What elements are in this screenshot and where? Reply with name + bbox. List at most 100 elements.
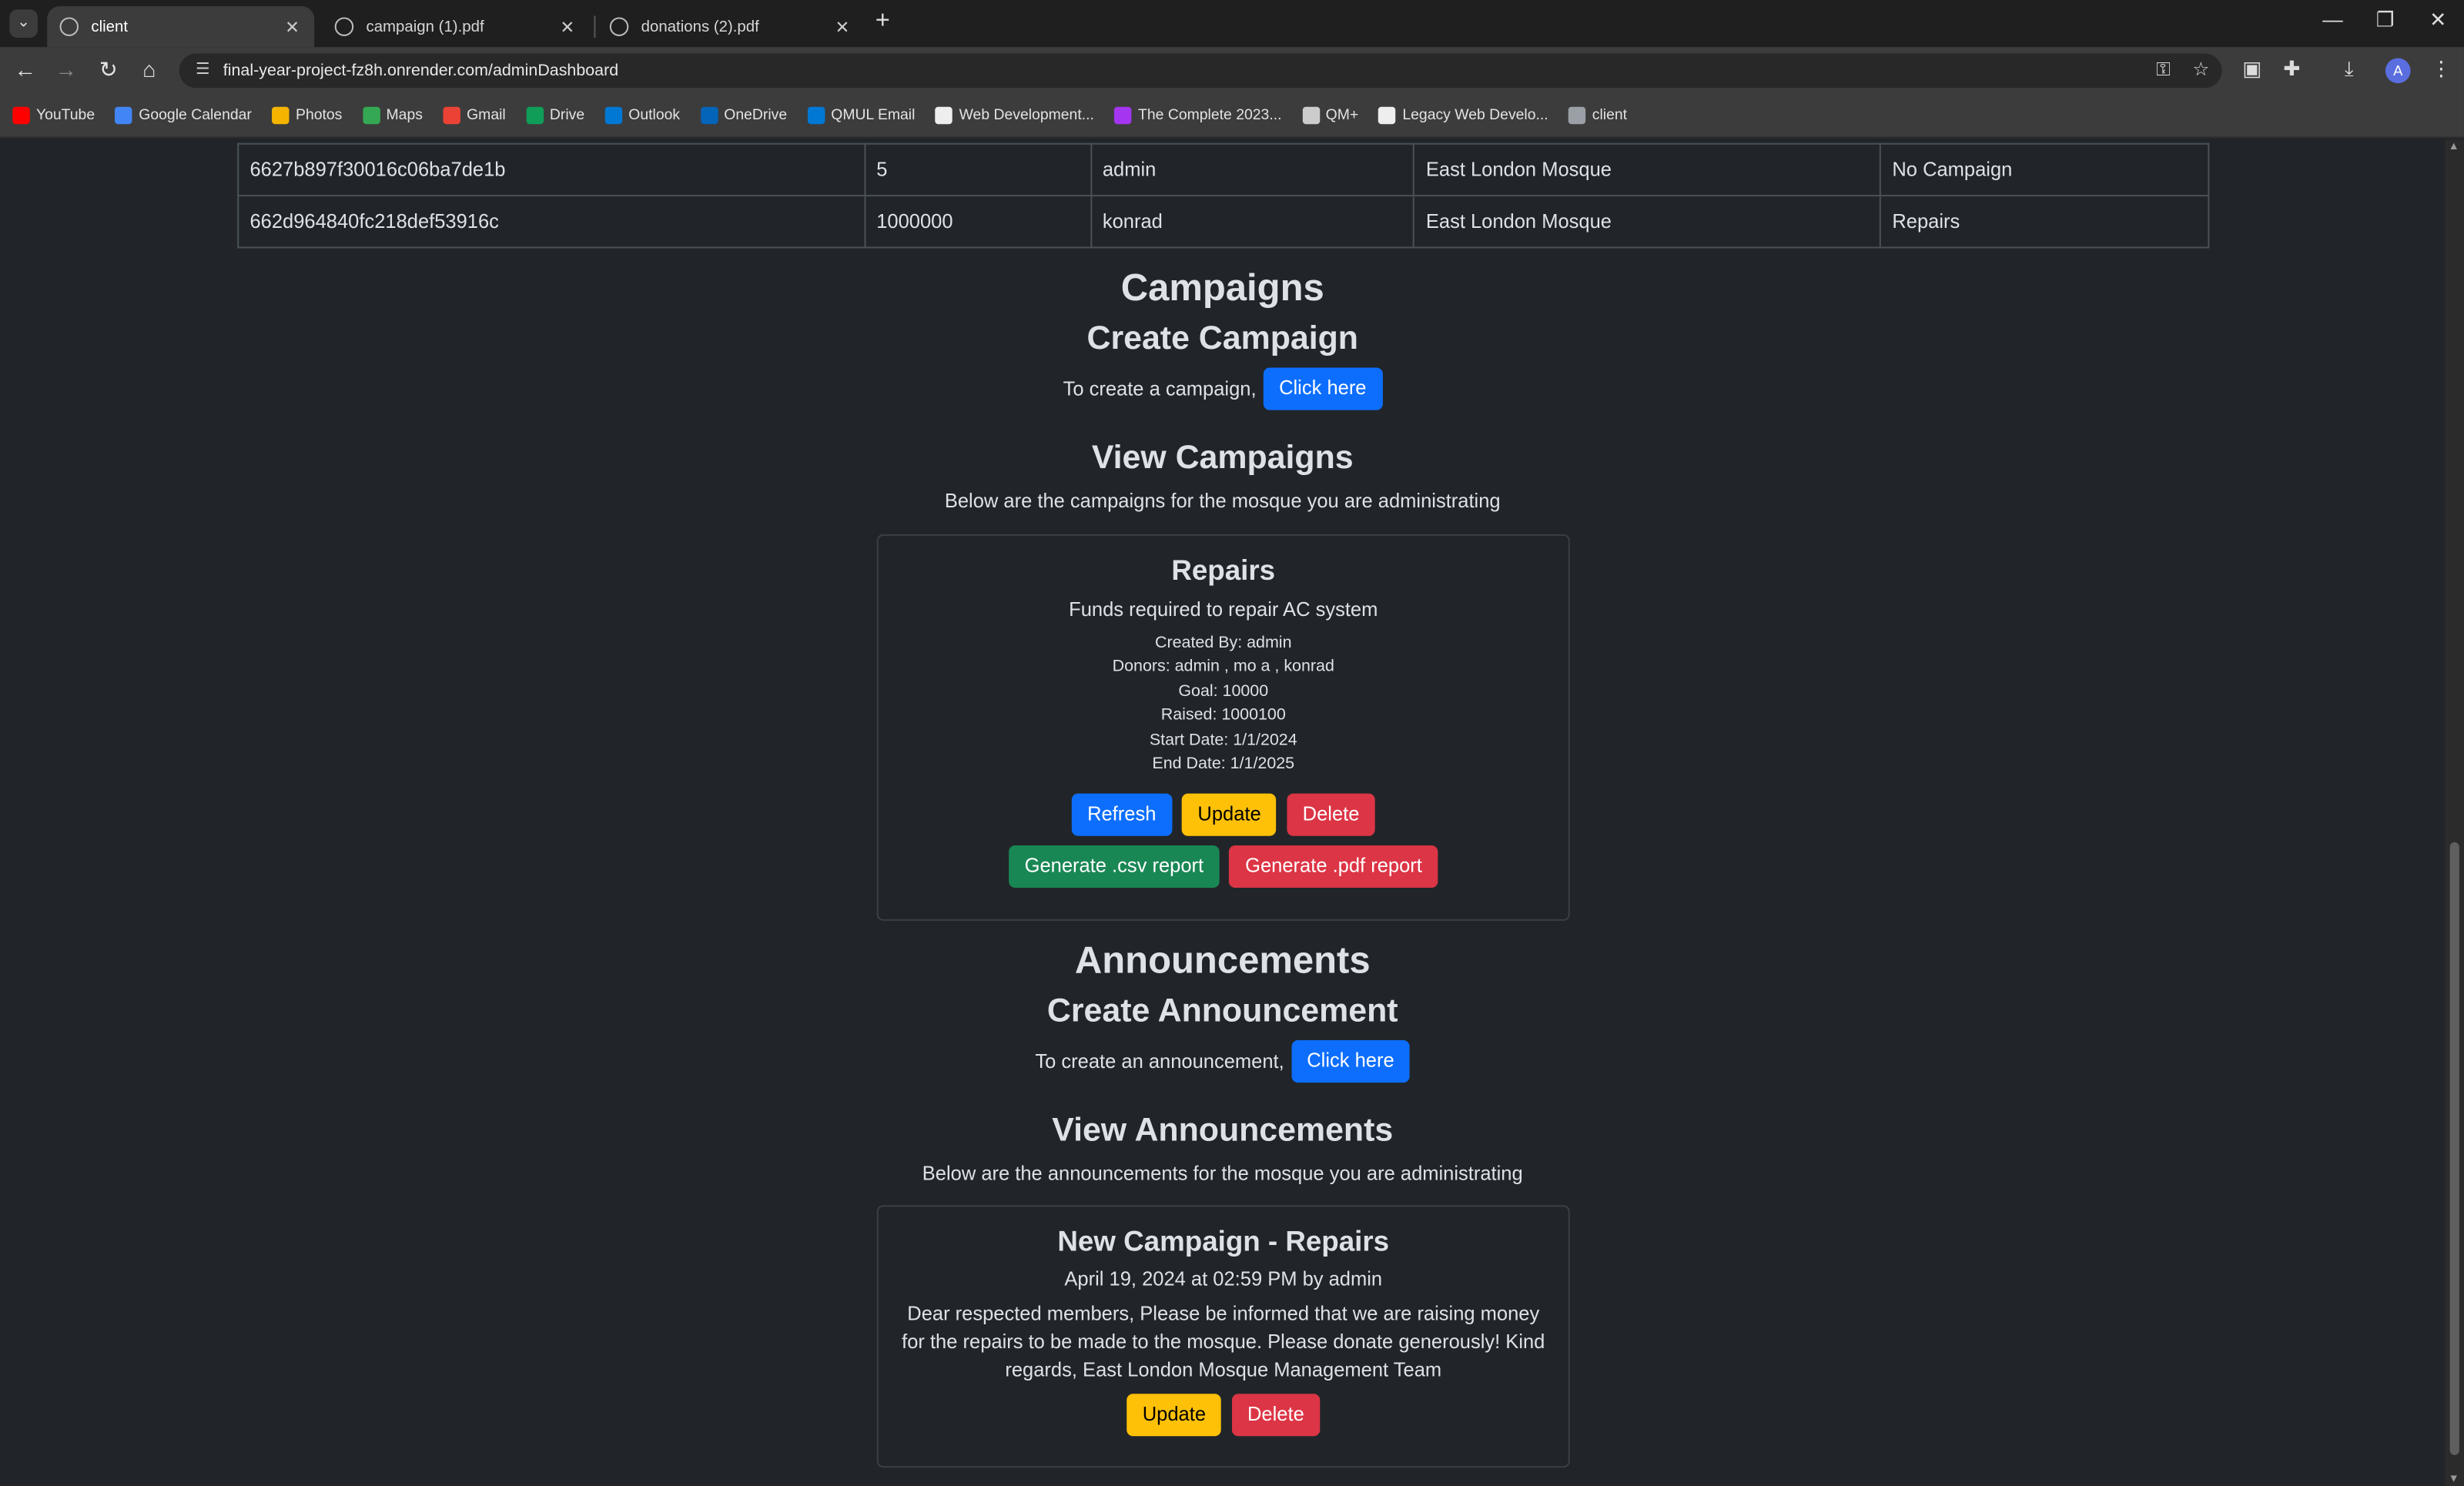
delete-announcement-button[interactable]: Delete bbox=[1231, 1394, 1321, 1437]
bookmark-item[interactable]: The Complete 2023... bbox=[1114, 106, 1281, 125]
create-announcement-button[interactable]: Click here bbox=[1291, 1040, 1411, 1083]
bookmark-item[interactable]: QMUL Email bbox=[807, 106, 916, 125]
bookmark-item[interactable]: Google Calendar bbox=[115, 106, 252, 125]
bookmark-item[interactable]: Maps bbox=[362, 106, 423, 125]
site-info-icon[interactable]: ☰ bbox=[192, 60, 214, 82]
bookmark-item[interactable]: Drive bbox=[526, 106, 584, 125]
table-cell: 1000000 bbox=[863, 195, 1092, 249]
campaign-raised: Raised: 1000100 bbox=[1160, 705, 1286, 725]
campaign-description: Funds required to repair AC system bbox=[1069, 598, 1378, 621]
bookmark-favicon-icon bbox=[115, 106, 133, 125]
bookmark-favicon-icon bbox=[1302, 106, 1320, 125]
table-cell: East London Mosque bbox=[1413, 142, 1882, 197]
create-announcement-row: To create an announcement, Click here bbox=[0, 1040, 2445, 1083]
scrollbar-thumb[interactable] bbox=[2449, 842, 2459, 1455]
home-icon[interactable]: ⌂ bbox=[136, 56, 164, 82]
scroll-down-arrow-icon[interactable]: ▼ bbox=[2449, 1474, 2459, 1484]
profile-avatar[interactable]: A bbox=[2385, 58, 2411, 84]
announcement-card: New Campaign - Repairs April 19, 2024 at… bbox=[876, 1205, 1570, 1468]
tab-campaign-pdf[interactable]: campaign (1).pdf ✕ bbox=[322, 6, 589, 47]
reload-icon[interactable]: ↻ bbox=[94, 56, 122, 83]
bookmark-item[interactable]: OneDrive bbox=[700, 106, 788, 125]
bookmark-favicon-icon bbox=[604, 106, 623, 125]
announcement-body: Dear respected members, Please be inform… bbox=[902, 1302, 1545, 1381]
back-icon[interactable]: ← bbox=[11, 56, 39, 82]
globe-icon bbox=[609, 17, 629, 36]
bookmark-favicon-icon bbox=[1114, 106, 1132, 125]
delete-campaign-button[interactable]: Delete bbox=[1287, 794, 1375, 837]
bookmark-item[interactable]: YouTube bbox=[12, 106, 95, 125]
globe-icon bbox=[59, 17, 79, 36]
bookmark-item[interactable]: client bbox=[1568, 106, 1628, 125]
campaign-created-by: Created By: admin bbox=[1155, 633, 1292, 652]
minimize-icon[interactable]: — bbox=[2322, 8, 2343, 32]
bookmark-favicon-icon bbox=[443, 106, 460, 125]
scroll-up-arrow-icon[interactable]: ▲ bbox=[2449, 142, 2459, 152]
update-campaign-button[interactable]: Update bbox=[1182, 794, 1277, 837]
bookmark-label: Google Calendar bbox=[139, 106, 252, 125]
url-text: final-year-project-fz8h.onrender.com/adm… bbox=[223, 61, 619, 81]
browser-toolbar: ← → ↻ ⌂ ☰ final-year-project-fz8h.onrend… bbox=[0, 47, 2464, 95]
bookmark-item[interactable]: Gmail bbox=[443, 106, 506, 125]
view-announcements-text: Below are the announcements for the mosq… bbox=[922, 1163, 1523, 1185]
extension-icon[interactable]: ▣ bbox=[2242, 56, 2261, 82]
bookmark-favicon-icon bbox=[1568, 106, 1586, 125]
tab-strip: ⌄ client ✕ campaign (1).pdf ✕ donations … bbox=[0, 0, 2464, 48]
view-announcements-heading: View Announcements bbox=[1052, 1112, 1394, 1149]
forward-icon[interactable]: → bbox=[52, 56, 80, 82]
create-campaign-text: To create a campaign, bbox=[1063, 378, 1257, 400]
address-bar[interactable]: ☰ final-year-project-fz8h.onrender.com/a… bbox=[179, 53, 2222, 89]
create-announcement-heading: Create Announcement bbox=[1046, 992, 1398, 1029]
close-tab-icon[interactable]: ✕ bbox=[557, 16, 576, 36]
close-window-icon[interactable]: ✕ bbox=[2429, 8, 2446, 33]
campaign-start-date: Start Date: 1/1/2024 bbox=[1149, 730, 1297, 749]
create-campaign-heading: Create Campaign bbox=[1086, 320, 1358, 357]
campaigns-heading: Campaigns bbox=[1120, 266, 1324, 310]
bookmark-label: OneDrive bbox=[724, 106, 788, 125]
bookmark-favicon-icon bbox=[362, 106, 380, 125]
close-tab-icon[interactable]: ✕ bbox=[283, 16, 301, 36]
bookmark-favicon-icon bbox=[12, 106, 30, 125]
tab-donations-pdf[interactable]: donations (2).pdf ✕ bbox=[598, 6, 865, 47]
bookmark-label: Maps bbox=[386, 106, 423, 125]
bookmark-label: Outlook bbox=[628, 106, 681, 125]
bookmark-item[interactable]: Photos bbox=[272, 106, 343, 125]
menu-kebab-icon[interactable]: ⋮ bbox=[2431, 56, 2452, 82]
bookmark-label: Photos bbox=[296, 106, 343, 125]
update-announcement-button[interactable]: Update bbox=[1127, 1394, 1222, 1437]
bookmark-star-icon[interactable]: ☆ bbox=[2192, 59, 2209, 82]
close-tab-icon[interactable]: ✕ bbox=[833, 16, 852, 36]
tab-title: client bbox=[91, 18, 129, 35]
bookmark-label: QMUL Email bbox=[831, 106, 916, 125]
refresh-campaign-button[interactable]: Refresh bbox=[1071, 794, 1172, 837]
create-campaign-button[interactable]: Click here bbox=[1263, 367, 1382, 410]
page-content: 6627b897f30016c06ba7de1b 5 admin East Lo… bbox=[0, 139, 2464, 1486]
campaign-card: Repairs Funds required to repair AC syst… bbox=[876, 534, 1570, 921]
generate-pdf-button[interactable]: Generate .pdf report bbox=[1229, 845, 1438, 889]
password-key-icon[interactable]: ⚿ bbox=[2156, 59, 2171, 82]
bookmark-favicon-icon bbox=[1378, 106, 1397, 125]
download-icon[interactable]: ⤓ bbox=[2345, 56, 2354, 82]
table-cell: 662d964840fc218def53916c bbox=[237, 195, 865, 249]
page-scrollbar[interactable]: ▲ ▼ bbox=[2445, 139, 2464, 1486]
extensions-puzzle-icon[interactable]: ✚ bbox=[2283, 56, 2300, 82]
bookmark-favicon-icon bbox=[526, 106, 544, 125]
bookmark-item[interactable]: Outlook bbox=[604, 106, 681, 125]
bookmark-label: client bbox=[1592, 106, 1628, 125]
create-announcement-text: To create an announcement, bbox=[1035, 1050, 1284, 1073]
bookmark-label: Web Development... bbox=[959, 106, 1094, 125]
campaign-report-actions: Generate .csv report Generate .pdf repor… bbox=[879, 845, 1568, 889]
bookmark-item[interactable]: Legacy Web Develo... bbox=[1378, 106, 1548, 125]
bookmark-label: YouTube bbox=[35, 106, 95, 125]
tab-client[interactable]: client ✕ bbox=[47, 6, 315, 48]
table-cell: 5 bbox=[863, 142, 1092, 197]
generate-csv-button[interactable]: Generate .csv report bbox=[1009, 845, 1220, 889]
announcement-title: New Campaign - Repairs bbox=[1057, 1225, 1390, 1257]
announcement-meta: April 19, 2024 at 02:59 PM by admin bbox=[1064, 1267, 1383, 1290]
bookmark-item[interactable]: Web Development... bbox=[935, 106, 1094, 125]
tab-title: donations (2).pdf bbox=[641, 18, 759, 35]
tab-search-button[interactable]: ⌄ bbox=[9, 9, 38, 38]
restore-icon[interactable]: ❐ bbox=[2376, 8, 2395, 33]
bookmark-item[interactable]: QM+ bbox=[1302, 106, 1358, 125]
new-tab-button[interactable]: + bbox=[875, 8, 890, 36]
